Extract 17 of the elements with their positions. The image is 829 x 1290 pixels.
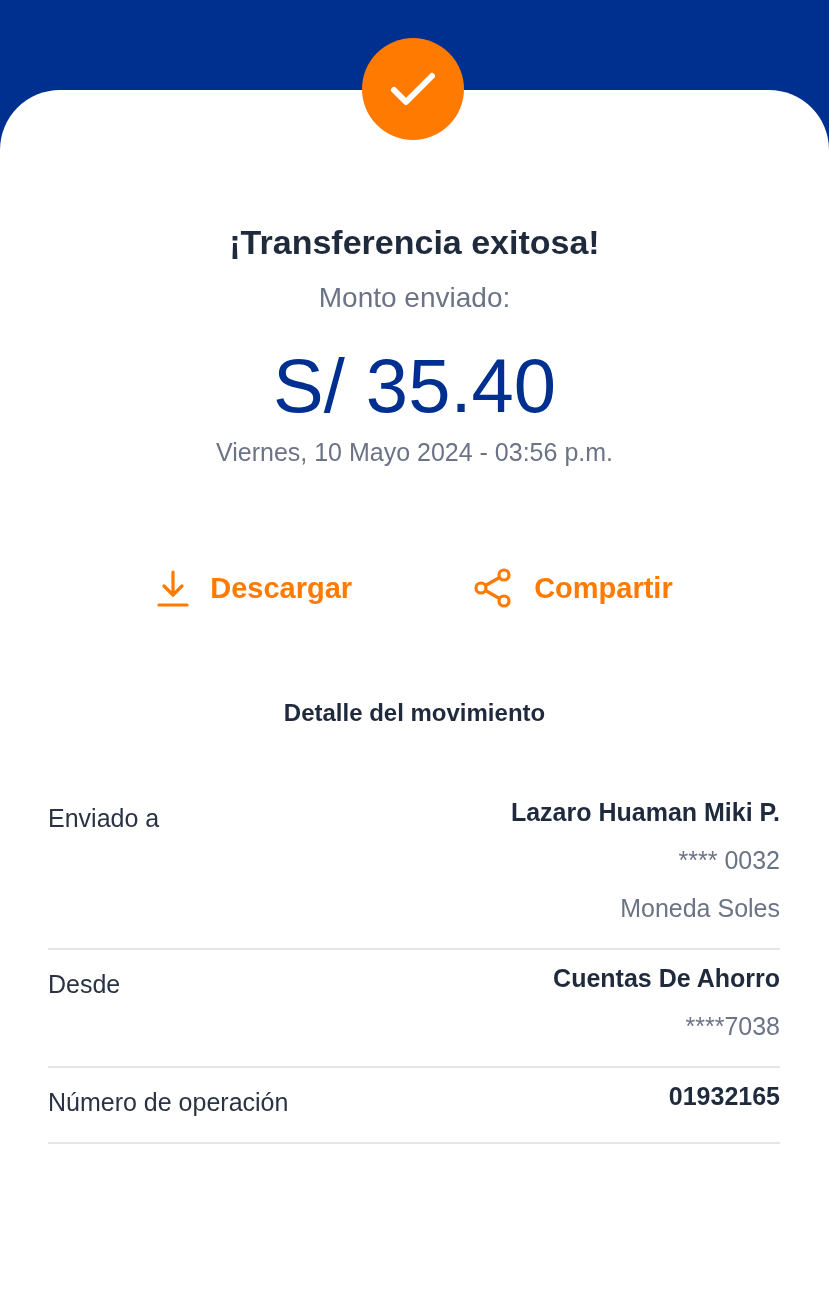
detail-value: Lazaro Huaman Miki P. — [510, 797, 780, 828]
download-button[interactable]: Descargar — [156, 568, 353, 608]
detail-value: ****7038 — [685, 1011, 780, 1042]
detail-value: **** 0032 — [678, 845, 780, 876]
amount-value: S/ 35.40 — [272, 344, 557, 428]
detail-value: Moneda Soles — [620, 893, 780, 924]
share-button[interactable]: Compartir — [472, 568, 673, 608]
detail-label: Enviado a — [48, 803, 160, 834]
download-icon — [156, 568, 191, 608]
transaction-date: Viernes, 10 Mayo 2024 - 03:56 p.m. — [216, 437, 613, 468]
detail-value: Cuentas De Ahorro — [553, 963, 780, 994]
detail-value: 01932165 — [668, 1081, 780, 1112]
amount-label: Monto enviado: — [318, 281, 511, 315]
detail-title: Detalle del movimiento — [283, 698, 546, 728]
detail-label: Número de operación — [48, 1087, 289, 1118]
success-title: ¡Transferencia exitosa! — [229, 222, 600, 263]
detail-label: Desde — [48, 969, 121, 1000]
